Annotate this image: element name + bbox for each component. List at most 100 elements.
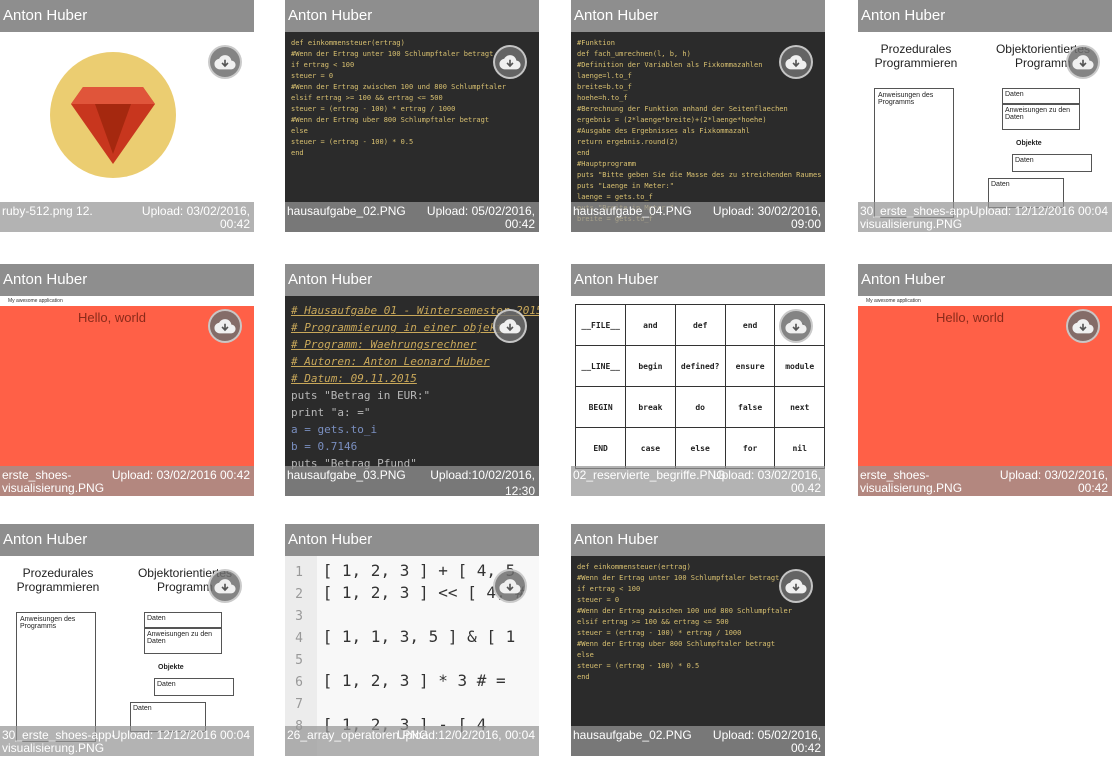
code-line: steuer = (ertrag - 100) * 0.5 — [577, 662, 700, 670]
upload-date: Upload: 12/12/2016 00:04 — [969, 204, 1108, 218]
file-card[interactable]: __FILE__anddefendin__LINE__begindefined?… — [571, 264, 825, 496]
code-line: else — [577, 651, 594, 659]
card-author-header: Anton Huber — [0, 0, 254, 32]
file-card[interactable]: def einkommensteuer(ertrag) #Wenn der Er… — [571, 524, 825, 756]
diagram-left-title: Prozedurales Programmieren — [874, 42, 958, 70]
table-cell: case — [625, 427, 676, 469]
code-line: steuer = (ertrag - 100) * 0.5 — [291, 138, 414, 146]
code-text: [ 1, 2, 3 ] * 3 # = — [322, 671, 506, 690]
table-cell: __LINE__ — [574, 345, 627, 387]
file-card[interactable]: My awesome application Hello, world Anto… — [0, 264, 254, 496]
code-line: elsif ertrag >= 100 && ertrag <= 500 — [291, 94, 443, 102]
download-button[interactable] — [208, 569, 242, 603]
cloud-download-icon — [785, 55, 807, 70]
upload-date: Upload:10/02/2016, — [430, 468, 535, 482]
code-line: steuer = (ertrag - 100) * ertrag / 1000 — [291, 105, 456, 113]
file-card[interactable]: Anton Huber ruby-512.png 12. Upload: 03/… — [0, 0, 254, 232]
table-cell: end — [724, 304, 776, 346]
table-row: BEGIN break do false next — [574, 386, 825, 428]
diagram-box: Anweisungen des Programms — [874, 88, 954, 218]
file-name: erste_shoes-visualisierung.PNG — [860, 468, 963, 495]
file-name: 02_reservierte_begriffe.PNG — [573, 468, 726, 482]
file-name: 26_array_operatoren.PNG — [287, 728, 429, 742]
download-button[interactable] — [493, 45, 527, 79]
code-line: ergebnis = (2*laenge*breite)+(2*laenge*h… — [577, 116, 767, 124]
diagram-box: Anweisungen zu den Daten — [144, 628, 222, 654]
code-line: else — [291, 127, 308, 135]
card-author-header: Anton Huber — [285, 264, 539, 296]
code-line: return ergebnis.round(2) — [577, 138, 679, 146]
file-card[interactable]: #Funktion def fach_umrechnen(l, b, h) #De… — [571, 0, 825, 232]
file-card[interactable]: Prozedurales Programmieren Objektorienti… — [858, 0, 1112, 232]
table-cell: for — [724, 427, 776, 469]
upload-date: Upload: 05/02/2016, 00:42 — [426, 204, 535, 231]
download-button[interactable] — [1066, 309, 1100, 343]
download-button[interactable] — [208, 45, 242, 79]
cloud-download-icon — [1072, 319, 1094, 334]
code-line: steuer = (ertrag - 100) * ertrag / 1000 — [577, 629, 742, 637]
code-line: #Funktion — [577, 39, 615, 47]
upload-time: 12:30 — [504, 484, 535, 496]
line-number: 6 — [295, 675, 303, 690]
file-card[interactable]: 1 [ 1, 2, 3 ] + [ 4, 52 [ 1, 2, 3 ] << [… — [285, 524, 539, 756]
line-number: 1 — [295, 565, 303, 580]
file-name: ruby-512.png 12. — [2, 204, 93, 218]
diagram-box: Anweisungen zu den Daten — [1002, 104, 1080, 130]
file-name: hausaufgabe_03.PNG — [287, 468, 406, 482]
hello-text: Hello, world — [936, 310, 1004, 325]
table-cell: else — [674, 427, 726, 469]
file-card[interactable]: def einkommensteuer(ertrag) #Wenn der Er… — [285, 0, 539, 232]
table-cell: ensure — [724, 345, 776, 387]
table-cell: and — [625, 304, 676, 346]
cloud-download-icon — [785, 579, 807, 594]
upload-date: Upload: 03/02/2016, 00:42 — [999, 468, 1108, 495]
code-text: [ 1, 2, 3 ] + [ 4, 5 — [322, 561, 516, 580]
download-button[interactable] — [779, 45, 813, 79]
download-button[interactable] — [493, 309, 527, 343]
code-line: #Wenn der Ertrag zwischen 100 und 800 Sc… — [577, 607, 792, 615]
window-titlebar: My awesome application — [0, 296, 254, 306]
code-line: # Autoren: Anton Leonard Huber — [291, 355, 490, 368]
card-author-header: Anton Huber — [858, 264, 1112, 296]
table-cell: BEGIN — [574, 386, 627, 428]
card-footer: hausaufgabe_04.PNG Upload: 30/02/2016, 0… — [571, 202, 825, 232]
line-number: 4 — [295, 631, 303, 646]
card-author-header: Anton Huber — [571, 524, 825, 556]
diagram-box: Anweisungen des Programms — [16, 612, 96, 742]
card-author-header: Anton Huber — [0, 524, 254, 556]
code-line: 3 — [285, 604, 313, 626]
file-card[interactable]: # Hausaufgabe 01 - Wintersemester 2015/#… — [285, 264, 539, 496]
code-line: def einkommensteuer(ertrag) — [291, 39, 405, 47]
code-line: 5 — [285, 648, 313, 670]
code-line: a = gets.to_i — [291, 423, 378, 436]
card-footer: 30_erste_shoes-app-visualisierung.PNG Up… — [0, 726, 254, 756]
file-card[interactable]: My awesome application Hello, world Anto… — [858, 264, 1112, 496]
line-number: 3 — [295, 609, 303, 624]
download-button[interactable] — [779, 309, 813, 343]
code-line: puts "Bitte geben Sie die Masse des zu s… — [577, 171, 825, 179]
code-line: puts "Laenge in Meter:" — [577, 182, 674, 190]
code-line: 7 — [285, 692, 313, 714]
cloud-download-icon — [214, 579, 236, 594]
cloud-download-icon — [499, 55, 521, 70]
download-button[interactable] — [779, 569, 813, 603]
upload-date: Upload: 03/02/2016 00:42 — [111, 468, 250, 482]
code-line: # Datum: 09.11.2015 — [291, 372, 417, 385]
download-button[interactable] — [208, 309, 242, 343]
download-button[interactable] — [1066, 45, 1100, 79]
card-footer: ruby-512.png 12. Upload: 03/02/2016, 00:… — [0, 202, 254, 232]
card-author-header: Anton Huber — [858, 0, 1112, 32]
code-line: #Wenn der Ertrag uber 800 Schlumpftaler … — [291, 116, 490, 124]
upload-date: Upload: 03/02/2016, 00.42 — [712, 468, 821, 495]
diagram-label: Objekte — [158, 664, 184, 671]
download-button[interactable] — [493, 569, 527, 603]
code-text: [ 1, 1, 3, 5 ] & [ 1 — [322, 627, 516, 646]
diagram-box: Daten — [1002, 88, 1080, 104]
card-author-header: Anton Huber — [285, 524, 539, 556]
card-footer: erste_shoes-visualisierung.PNG Upload: 0… — [858, 466, 1112, 496]
line-number: 7 — [295, 697, 303, 712]
diagram-box: Daten — [154, 678, 234, 696]
line-number: 5 — [295, 653, 303, 668]
card-footer: 26_array_operatoren.PNG Upload:12/02/201… — [285, 726, 539, 756]
file-card[interactable]: Prozedurales Programmieren Objektorienti… — [0, 524, 254, 756]
